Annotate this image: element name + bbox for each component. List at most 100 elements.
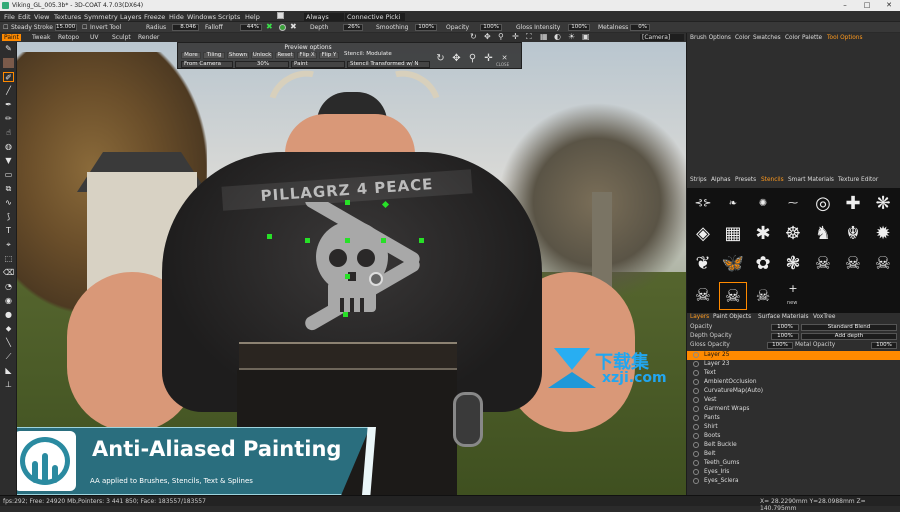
zoom-stencil-icon[interactable]: ⚲ (466, 52, 479, 65)
pan-view-icon[interactable]: ✥ (484, 32, 491, 41)
flip-x-button[interactable]: Flip X (297, 52, 317, 59)
tab-layers[interactable]: Layers (690, 314, 709, 320)
tab-sculpt[interactable]: Sculpt (112, 34, 131, 41)
tag-tool-icon[interactable]: ⬥ (3, 324, 14, 334)
needle-tool-icon[interactable]: ╲ (3, 338, 14, 348)
tab-strips[interactable]: Strips (690, 177, 707, 183)
stencil-item[interactable]: ❋ (869, 190, 897, 218)
flip-y-button[interactable]: Flip Y (319, 52, 339, 59)
tab-paint[interactable]: Paint (2, 34, 21, 41)
eye-icon[interactable] (693, 415, 699, 421)
copy-tool-icon[interactable]: ⧉ (3, 184, 14, 194)
eye-icon[interactable] (693, 388, 699, 394)
gizmo-handle-right-inner[interactable] (381, 238, 386, 243)
grid-view-icon[interactable]: ▦ (540, 32, 548, 41)
tab-tool-options[interactable]: Tool Options (827, 35, 862, 41)
airbrush-tool-icon[interactable]: ╱ (3, 86, 14, 96)
stencil-item[interactable]: ⊰⊱ (689, 190, 717, 210)
gizmo-handle-right[interactable] (419, 238, 424, 243)
stencil-item[interactable]: ◈ (689, 220, 717, 248)
tiling-button[interactable]: Tiling (203, 52, 225, 59)
stencil-item[interactable]: ✱ (749, 220, 777, 248)
pencil-tool-icon[interactable]: ✏ (3, 114, 14, 124)
paint-tool-icon[interactable]: ✐ (3, 72, 14, 82)
falloff-value[interactable]: 44% (240, 24, 262, 31)
stencil-item-selected[interactable]: ☠ (719, 282, 747, 310)
layer-row[interactable]: Eyes_Sclera (687, 477, 900, 486)
rotate-view-icon[interactable]: ↻ (470, 32, 477, 41)
tab-alphas[interactable]: Alphas (711, 177, 731, 183)
paint-dropdown[interactable]: Paint (291, 61, 345, 68)
eye-icon[interactable] (693, 433, 699, 439)
clone-tool-icon[interactable]: ▭ (3, 170, 14, 180)
menu-windows[interactable]: Windows (187, 13, 216, 21)
menu-freeze[interactable]: Freeze (144, 13, 165, 21)
opacity-value[interactable]: 100% (480, 24, 502, 31)
layer-row[interactable]: Shirt (687, 423, 900, 432)
connective-dropdown[interactable]: Connective Picki (345, 13, 405, 21)
eye-icon[interactable] (693, 478, 699, 484)
layer-row-active[interactable]: Layer 25 (687, 351, 900, 360)
scale-slider[interactable]: 30% (235, 61, 289, 68)
text-tool-icon[interactable]: T (3, 226, 14, 236)
mode-dropdown[interactable]: Always (304, 13, 344, 21)
camera-dropdown[interactable]: [Camera] (640, 34, 684, 41)
eye-icon[interactable] (693, 397, 699, 403)
confirm-icon[interactable]: ✖ (266, 22, 273, 31)
metal-opacity-value[interactable]: 100% (871, 342, 897, 349)
reset-button[interactable]: Reset (275, 52, 295, 59)
gizmo-handle-top[interactable] (345, 200, 350, 205)
stencil-item[interactable]: ✿ (749, 250, 777, 278)
menu-file[interactable]: File (4, 13, 15, 21)
light-view-icon[interactable]: ☀ (568, 32, 575, 41)
gloss-intensity-value[interactable]: 100% (568, 24, 590, 31)
gizmo-handle-left[interactable] (267, 234, 272, 239)
layer-row[interactable]: Garment Wraps (687, 405, 900, 414)
metalness-value[interactable]: 0% (630, 24, 650, 31)
menu-layers[interactable]: Layers (120, 13, 142, 21)
move-view-icon[interactable]: ✛ (512, 32, 519, 41)
gizmo-handle-bottom-far[interactable] (343, 312, 348, 317)
gloss-opacity-value[interactable]: 100% (767, 342, 793, 349)
stencil-item[interactable]: ⁓ (779, 190, 807, 210)
stencil-item[interactable]: ✺ (749, 190, 777, 210)
eraser-tool-icon[interactable]: ⌫ (3, 268, 14, 278)
more-button[interactable]: More (181, 52, 201, 59)
tab-brush-options[interactable]: Brush Options (690, 35, 731, 41)
gizmo-handle-left-inner[interactable] (305, 238, 310, 243)
tab-presets[interactable]: Presets (735, 177, 756, 183)
cancel-icon[interactable]: ✖ (290, 22, 297, 31)
menu-textures[interactable]: Textures (54, 13, 81, 21)
menu-hide[interactable]: Hide (169, 13, 184, 21)
sphere-tool-icon[interactable]: ● (3, 310, 14, 320)
tab-swatches[interactable]: Swatches (753, 35, 781, 41)
unlock-button[interactable]: Unlock (251, 52, 273, 59)
tab-texture-editor[interactable]: Texture Editor (838, 177, 878, 183)
blur-tool-icon[interactable]: ◍ (3, 142, 14, 152)
eye-icon[interactable] (693, 379, 699, 385)
layer-row[interactable]: Text (687, 369, 900, 378)
stencil-item[interactable]: ✹ (869, 220, 897, 248)
color-swatch[interactable] (3, 58, 14, 68)
brush-tool-icon[interactable]: ✎ (3, 44, 14, 54)
lock-view-icon[interactable]: ▣ (582, 32, 590, 41)
maximize-button[interactable]: □ (856, 0, 878, 11)
eye-icon[interactable] (693, 424, 699, 430)
eye-icon[interactable] (693, 352, 699, 358)
frame-view-icon[interactable]: ⛶ (526, 32, 532, 42)
pick-tool-icon[interactable]: ⌖ (3, 240, 14, 250)
toggle-checkbox[interactable] (277, 12, 284, 19)
stencil-item[interactable]: ☬ (839, 220, 867, 248)
menu-scripts[interactable]: Scripts (218, 13, 240, 21)
menu-edit[interactable]: Edit (18, 13, 31, 21)
steady-stroke-value[interactable]: 15.000 (55, 24, 77, 31)
stencil-item[interactable]: ✚ (839, 190, 867, 218)
layer-row[interactable]: Teeth_Gums (687, 459, 900, 468)
layer-row[interactable]: Pants (687, 414, 900, 423)
measure-tool-icon[interactable]: ⊥ (3, 380, 14, 390)
zoom-view-icon[interactable]: ⚲ (498, 32, 504, 41)
stencil-item[interactable]: ♞ (809, 220, 837, 248)
dodge-tool-icon[interactable]: ◔ (3, 282, 14, 292)
tab-surface-materials[interactable]: Surface Materials (758, 314, 809, 320)
gizmo-center[interactable] (345, 238, 350, 243)
